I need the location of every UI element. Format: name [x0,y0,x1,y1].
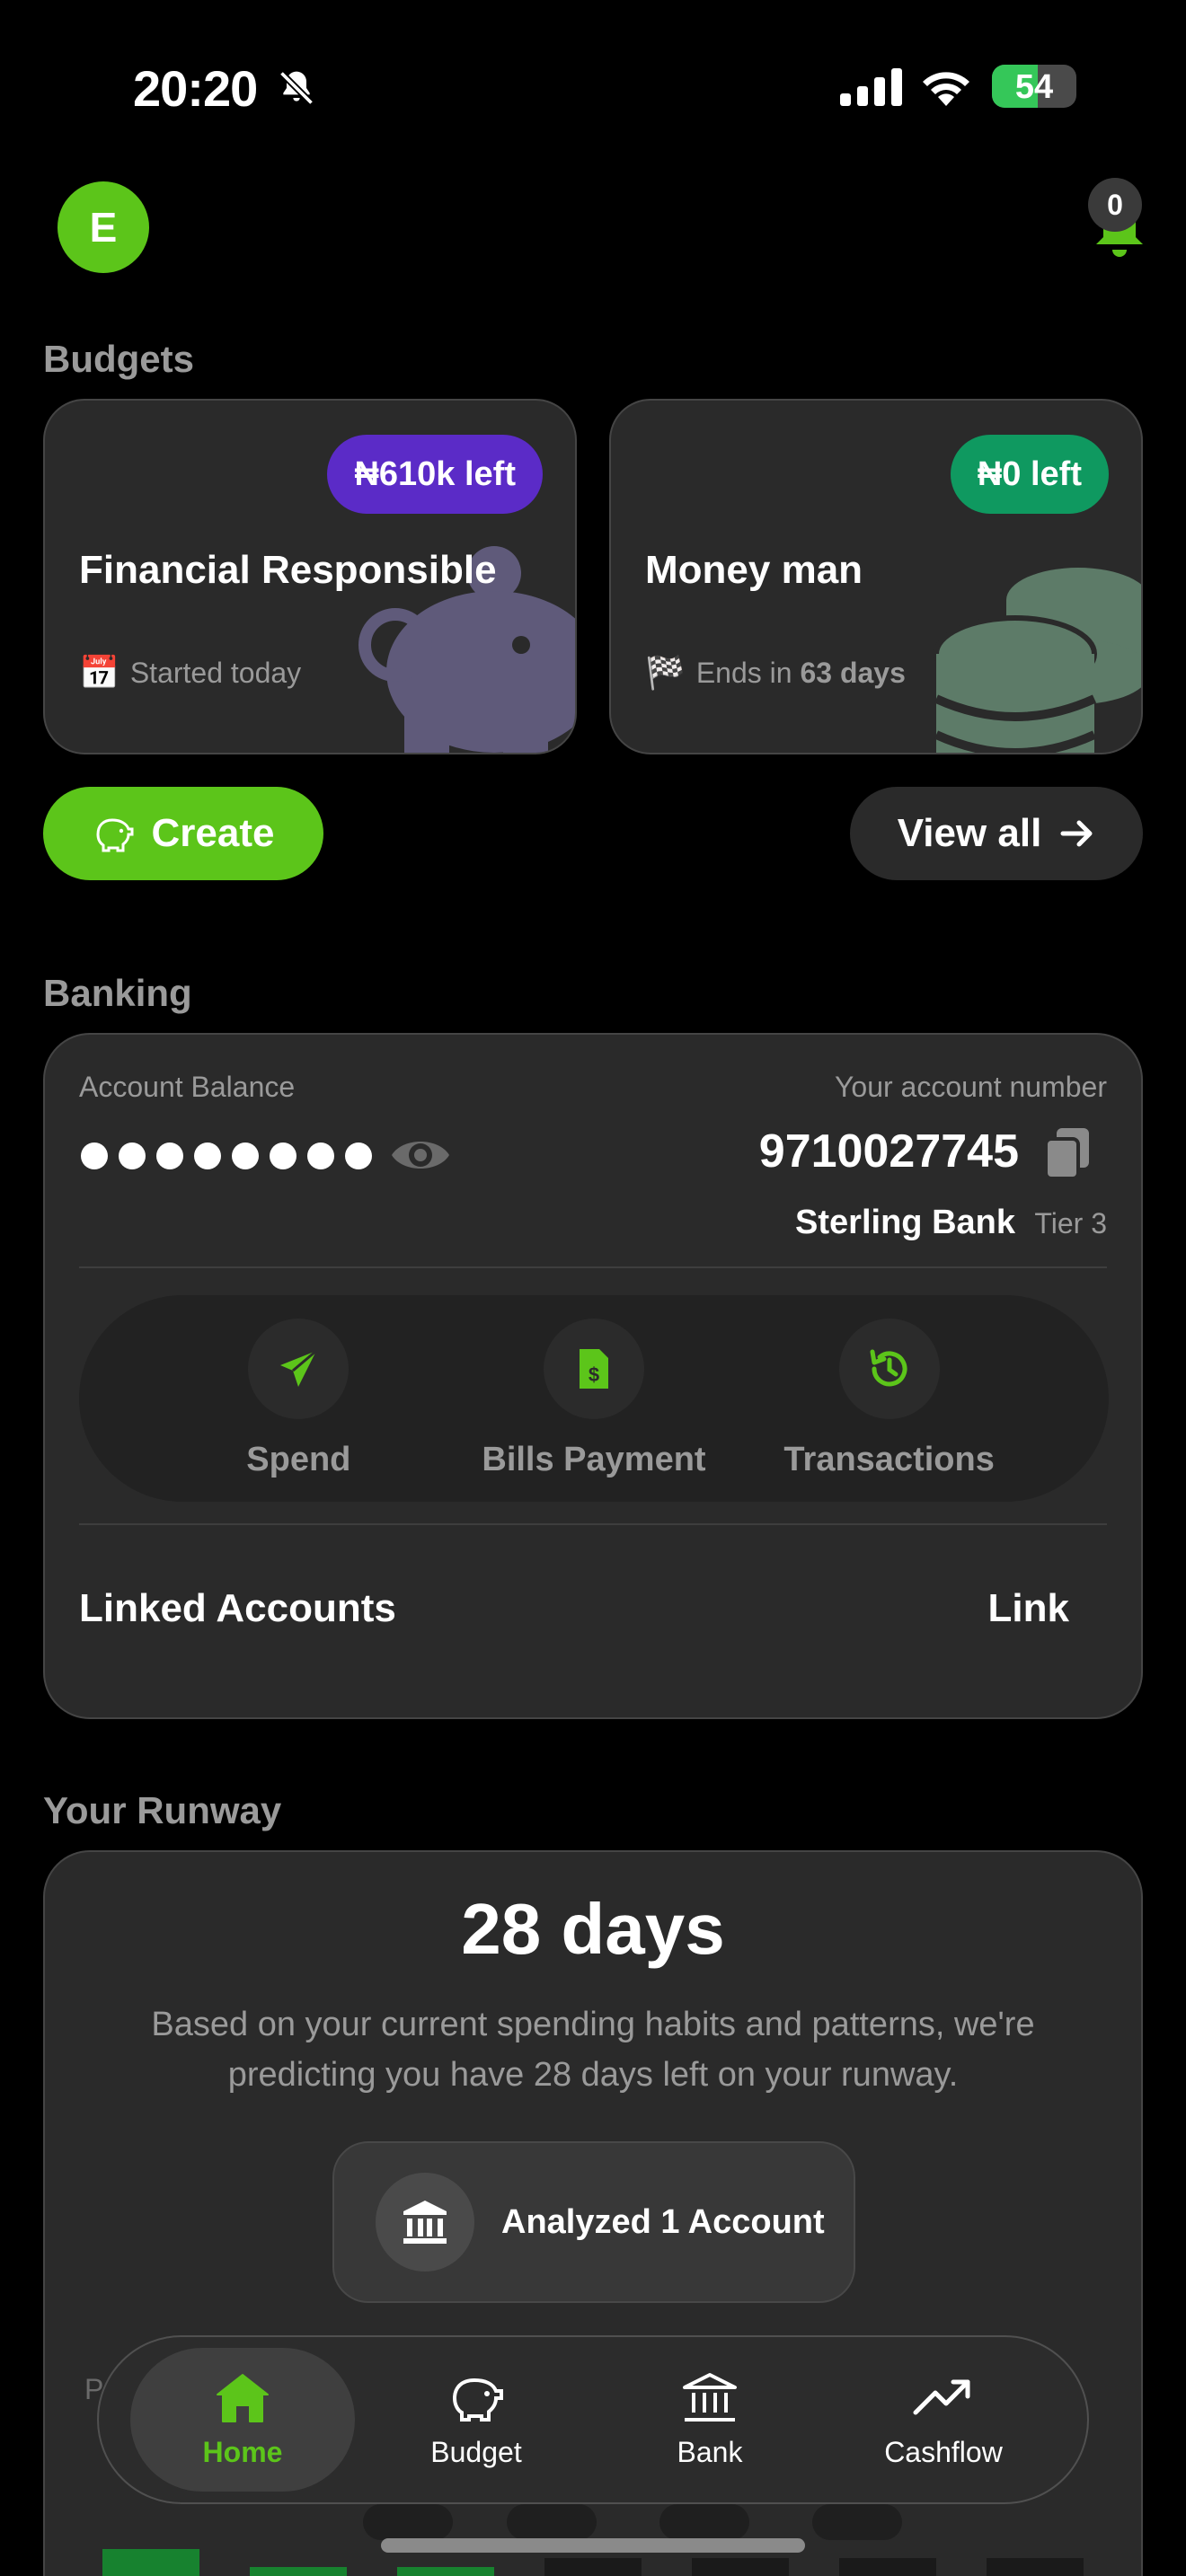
hidden-balance [81,1142,372,1169]
transactions-button[interactable]: Transactions [764,1318,1015,1479]
checkered-flag-icon: 🏁 [645,654,686,691]
svg-text:$: $ [589,1363,599,1386]
transactions-label: Transactions [783,1440,995,1478]
budget-meta-days: 63 days [800,656,906,689]
budget-name: Money man [645,548,863,592]
bank-name: Sterling Bank [795,1204,1015,1241]
view-all-button[interactable]: View all [850,787,1143,880]
create-budget-button[interactable]: Create [43,787,323,880]
battery-charging-icon: 54 [992,65,1076,108]
banking-actions: Spend $ Bills Payment Transactions [79,1295,1109,1502]
budget-card[interactable]: ₦0 left Money man 🏁 Ends in 63 days [609,399,1143,754]
runway-days: 28 days [461,1889,725,1969]
nav-cashflow-label: Cashflow [884,2435,1003,2468]
budget-meta-text: Started today [129,656,302,689]
piggy-bank-icon [96,818,134,852]
spend-button[interactable]: Spend [173,1318,424,1479]
spend-label: Spend [246,1440,351,1478]
view-all-label: View all [897,811,1042,855]
balance-label: Account Balance [79,1071,296,1103]
piggy-bank-icon [452,2378,503,2422]
history-icon [870,1349,907,1386]
account-number-label: Your account number [834,1071,1107,1103]
link-account-button[interactable]: Link [988,1586,1069,1631]
analyzed-label: Analyzed 1 Account [501,2202,825,2241]
budget-name: Financial Responsible [79,548,497,592]
nav-home[interactable]: Home [130,2348,355,2492]
home-icon [217,2373,269,2422]
budget-remaining-pill: ₦0 left [950,435,1109,514]
wifi-icon [923,72,969,106]
nav-bank[interactable]: Bank [597,2348,822,2492]
bottom-navigation: Home Budget Bank Cashflow [97,2335,1089,2504]
eye-icon[interactable] [388,1128,453,1182]
status-bar: 20:20 54 [0,0,1186,171]
avatar[interactable]: E [58,181,149,273]
copy-icon[interactable] [1042,1126,1093,1180]
arrow-right-icon [1060,820,1093,847]
banking-section-title: Banking [43,972,192,1014]
runway-description: Based on your current spending habits an… [151,2006,1035,2094]
nav-cashflow[interactable]: Cashflow [831,2348,1056,2492]
bank-icon [683,2372,737,2422]
budget-meta: 📅 Started today [79,654,301,692]
coins-icon [934,568,1141,753]
home-indicator[interactable] [381,2538,805,2553]
nav-budget[interactable]: Budget [364,2348,589,2492]
analyzed-accounts-button[interactable]: Analyzed 1 Account [332,2141,855,2303]
paper-plane-icon [280,1349,318,1387]
status-time: 20:20 [133,60,258,117]
nav-bank-label: Bank [677,2435,743,2468]
invoice-dollar-icon: $ [579,1348,608,1389]
divider [79,1266,1107,1268]
nav-home-label: Home [202,2435,283,2468]
budget-meta-text: Ends in [695,656,801,689]
notification-badge: 0 [1088,178,1142,232]
divider [79,1523,1107,1525]
bills-payment-label: Bills Payment [482,1440,706,1478]
banking-card: Account Balance Your account number 9710… [43,1033,1143,1719]
bank-icon [403,2201,447,2244]
bills-payment-button[interactable]: $ Bills Payment [468,1318,720,1479]
budget-remaining-pill: ₦610k left [327,435,543,514]
battery-percent: 54 [1014,68,1054,106]
nav-budget-label: Budget [430,2435,522,2468]
cellular-signal-icon [840,68,902,106]
runway-section-title: Your Runway [43,1789,282,1831]
budgets-section-title: Budgets [43,338,194,380]
trending-up-icon [913,2379,970,2414]
budget-meta: 🏁 Ends in 63 days [645,654,906,692]
account-tier: Tier 3 [1034,1207,1107,1239]
calendar-icon: 📅 [79,654,119,691]
bell-slash-icon [279,70,314,106]
budget-card[interactable]: ₦610k left Financial Responsible 📅 Start… [43,399,577,754]
create-label: Create [151,811,275,855]
linked-accounts-label: Linked Accounts [79,1586,396,1630]
account-number: 9710027745 [758,1125,1019,1178]
